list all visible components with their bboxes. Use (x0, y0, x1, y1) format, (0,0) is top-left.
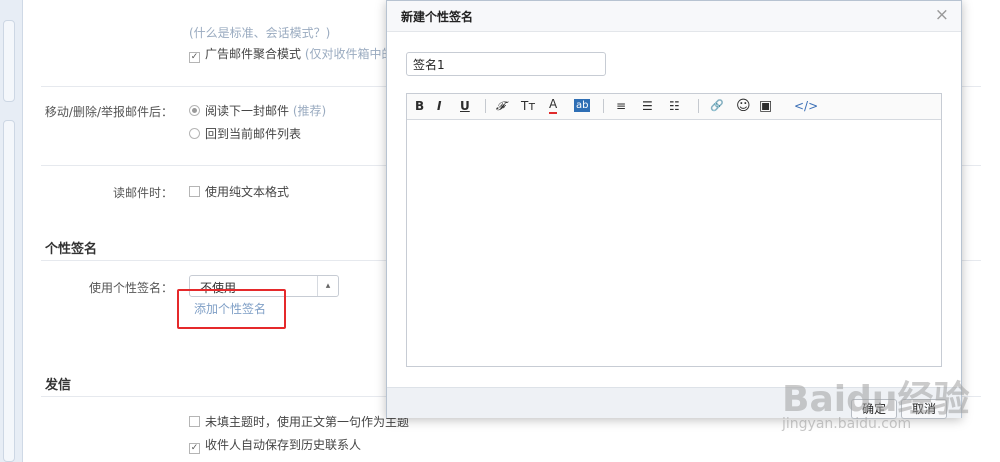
toolbar-separator (698, 99, 699, 113)
background-color-icon[interactable]: ab (574, 99, 591, 112)
mode-hint[interactable]: (什么是标准、会话模式？) (189, 24, 330, 41)
signature-section-title: 个性签名 (45, 242, 98, 257)
select-arrow-icon: ▴ (317, 276, 338, 296)
unordered-list-icon[interactable]: ☰ (642, 98, 653, 114)
after-move-option-next[interactable]: 阅读下一封邮件 (推荐) (189, 102, 326, 119)
highlight-box (177, 289, 286, 329)
reading-opt: 使用纯文本格式 (205, 185, 290, 199)
after-move-opt1: 阅读下一封邮件 (205, 104, 290, 118)
toolbar-separator (485, 99, 486, 113)
after-move-opt2: 回到当前邮件列表 (205, 127, 302, 141)
reading-plain-text-option[interactable]: 使用纯文本格式 (189, 183, 289, 200)
ad-merge-option[interactable]: ✓ 广告邮件聚合模式 (仅对收件箱中的广 (189, 45, 406, 63)
after-move-opt1-hint: (推荐) (292, 104, 327, 118)
rail-tab[interactable] (3, 20, 15, 102)
reading-label: 读邮件时： (112, 186, 173, 200)
font-family-icon[interactable]: 𝓕 (496, 98, 505, 114)
send-opt1: 未填主题时，使用正文第一句作为主题 (205, 415, 410, 429)
code-icon[interactable]: </> (794, 98, 818, 114)
radio-button[interactable] (189, 128, 200, 139)
watermark-sub: jingyan.baidu.com (782, 416, 912, 432)
after-move-option-list[interactable]: 回到当前邮件列表 (189, 125, 301, 142)
italic-icon[interactable]: I (437, 98, 441, 114)
send-save-contacts-option[interactable]: ✓ 收件人自动保存到历史联系人 (189, 436, 361, 454)
new-signature-dialog: 新建个性签名 × B I U 𝓕 Tт A ab ≡ ☰ ☷ 🔗 ☺ ▣ </>… (386, 0, 962, 419)
link-icon[interactable]: 🔗 (710, 98, 724, 114)
checkbox[interactable] (189, 186, 200, 197)
underline-icon[interactable]: U (460, 98, 470, 114)
signature-label: 使用个性签名： (88, 281, 173, 295)
signature-name-input[interactable] (406, 52, 606, 76)
rail-panel (3, 120, 15, 462)
font-color-icon[interactable]: A (549, 98, 558, 114)
font-size-icon[interactable]: Tт (521, 98, 535, 114)
bold-icon[interactable]: B (415, 98, 424, 114)
signature-editor: B I U 𝓕 Tт A ab ≡ ☰ ☷ 🔗 ☺ ▣ </> (406, 93, 942, 367)
align-icon[interactable]: ≡ (616, 98, 626, 114)
dialog-title: 新建个性签名 (401, 10, 474, 24)
send-subject-option[interactable]: 未填主题时，使用正文第一句作为主题 (189, 413, 409, 430)
ordered-list-icon[interactable]: ☷ (669, 98, 680, 114)
close-icon[interactable]: × (935, 5, 949, 25)
checkbox[interactable] (189, 416, 200, 427)
after-move-label: 移动/删除/举报邮件后： (44, 105, 173, 119)
send-section-title: 发信 (45, 378, 72, 393)
radio-button[interactable] (189, 105, 200, 116)
dialog-header: 新建个性签名 × (387, 1, 961, 32)
signature-content-area[interactable] (407, 120, 941, 366)
checkbox[interactable]: ✓ (189, 52, 200, 63)
send-opt2: 收件人自动保存到历史联系人 (205, 438, 362, 452)
ad-merge-label: 广告邮件聚合模式 (205, 47, 302, 61)
watermark-main: Baidu经验 (782, 379, 970, 420)
checkbox[interactable]: ✓ (189, 443, 200, 454)
image-icon[interactable]: ▣ (759, 98, 772, 114)
left-rail (0, 0, 23, 462)
toolbar-separator (603, 99, 604, 113)
baidu-watermark: Baidu经验 jingyan.baidu.com (782, 370, 972, 440)
editor-toolbar: B I U 𝓕 Tт A ab ≡ ☰ ☷ 🔗 ☺ ▣ </> (407, 94, 941, 120)
emoji-icon[interactable]: ☺ (736, 98, 751, 114)
